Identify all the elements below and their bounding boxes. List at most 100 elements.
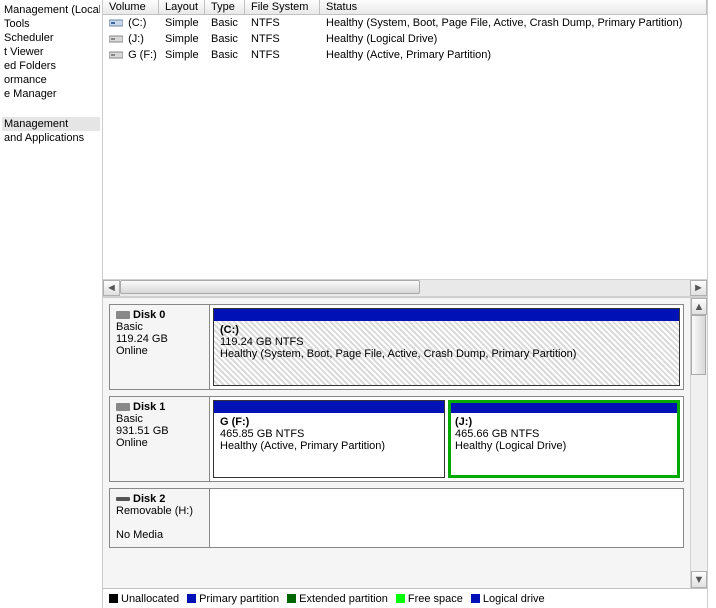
cell-fs: NTFS <box>248 49 323 61</box>
disk-partitions: (C:) 119.24 GB NTFS Healthy (System, Boo… <box>210 305 683 389</box>
disk-size: 119.24 GB <box>116 333 168 345</box>
disk-partitions <box>210 489 683 547</box>
cell-fs: NTFS <box>248 33 323 45</box>
legend-label: Extended partition <box>299 593 388 605</box>
volume-name: (C:) <box>128 17 146 29</box>
tree-item[interactable]: ormance <box>2 73 100 87</box>
right-gutter <box>708 0 716 608</box>
partition-label: (C:) <box>220 324 239 336</box>
tree-item[interactable]: Tools <box>2 17 100 31</box>
disk-list: Disk 0 Basic 119.24 GB Online (C:) 119.2… <box>103 298 690 588</box>
horizontal-scrollbar[interactable]: ◄ ► <box>103 279 707 297</box>
partition[interactable]: G (F:) 465.85 GB NTFS Healthy (Active, P… <box>213 400 445 478</box>
scroll-thumb[interactable] <box>691 315 706 375</box>
tree-item[interactable]: ed Folders <box>2 59 100 73</box>
tree-item-management[interactable]: Management <box>2 117 100 131</box>
legend-swatch-unallocated <box>109 594 118 603</box>
disk-info[interactable]: Disk 1 Basic 931.51 GB Online <box>110 397 210 481</box>
disk-size: 931.51 GB <box>116 425 169 437</box>
legend-swatch-extended <box>287 594 296 603</box>
cell-layout: Simple <box>162 17 208 29</box>
sidebar-tree: Management (Local Tools Scheduler t View… <box>0 0 103 608</box>
legend-swatch-primary <box>187 594 196 603</box>
cell-type: Basic <box>208 33 248 45</box>
partition-stripe <box>214 309 679 321</box>
cell-status: Healthy (System, Boot, Page File, Active… <box>323 17 704 29</box>
tree-item[interactable]: Management (Local <box>2 3 100 17</box>
disk-icon <box>116 311 130 319</box>
cell-layout: Simple <box>162 33 208 45</box>
legend: Unallocated Primary partition Extended p… <box>103 588 707 608</box>
main-panel: Volume Layout Type File System Status (C… <box>103 0 708 608</box>
disk-name: Disk 0 <box>133 309 165 321</box>
partition-stripe <box>449 401 679 413</box>
scroll-right-icon[interactable]: ► <box>690 280 707 296</box>
col-header-filesystem[interactable]: File System <box>245 0 320 14</box>
partition-size: 465.66 GB NTFS <box>455 428 539 440</box>
partition-label: (J:) <box>455 416 472 428</box>
tree-item[interactable]: t Viewer <box>2 45 100 59</box>
partition-status: Healthy (System, Boot, Page File, Active… <box>220 348 576 360</box>
legend-swatch-logical <box>471 594 480 603</box>
scroll-track[interactable] <box>120 280 690 296</box>
col-header-layout[interactable]: Layout <box>159 0 205 14</box>
scroll-thumb[interactable] <box>120 280 420 294</box>
volume-table-header: Volume Layout Type File System Status <box>103 0 707 15</box>
partition-size: 465.85 GB NTFS <box>220 428 304 440</box>
partition-label: G (F:) <box>220 416 249 428</box>
col-header-status[interactable]: Status <box>320 0 707 14</box>
cell-type: Basic <box>208 49 248 61</box>
disk-row: Disk 2 Removable (H:) No Media <box>109 488 684 548</box>
scroll-up-icon[interactable]: ▲ <box>691 298 707 315</box>
disk-status: Online <box>116 345 148 357</box>
scroll-track[interactable] <box>691 315 707 571</box>
legend-label: Unallocated <box>121 593 179 605</box>
disk-row: Disk 1 Basic 931.51 GB Online G (F:) 465… <box>109 396 684 482</box>
disk-icon <box>116 403 130 411</box>
partition-status: Healthy (Logical Drive) <box>455 440 566 452</box>
partition[interactable]: (C:) 119.24 GB NTFS Healthy (System, Boo… <box>213 308 680 386</box>
legend-label: Logical drive <box>483 593 545 605</box>
partition-size: 119.24 GB NTFS <box>220 336 304 348</box>
disk-partitions: G (F:) 465.85 GB NTFS Healthy (Active, P… <box>210 397 683 481</box>
drive-icon <box>109 18 123 28</box>
vertical-scrollbar[interactable]: ▲ ▼ <box>690 298 707 588</box>
partition-status: Healthy (Active, Primary Partition) <box>220 440 385 452</box>
col-header-type[interactable]: Type <box>205 0 245 14</box>
disk-type: Basic <box>116 321 143 333</box>
volume-table-body: (C:) Simple Basic NTFS Healthy (System, … <box>103 15 707 279</box>
cell-layout: Simple <box>162 49 208 61</box>
disk-name: Disk 2 <box>133 493 165 505</box>
cell-status: Healthy (Logical Drive) <box>323 33 704 45</box>
legend-swatch-free <box>396 594 405 603</box>
disk-type: Basic <box>116 413 143 425</box>
volume-name: (J:) <box>128 33 144 45</box>
partition-selected[interactable]: (J:) 465.66 GB NTFS Healthy (Logical Dri… <box>448 400 680 478</box>
tree-item[interactable]: e Manager <box>2 87 100 101</box>
partition-stripe <box>214 401 444 413</box>
cell-type: Basic <box>208 17 248 29</box>
volume-row[interactable]: (J:) Simple Basic NTFS Healthy (Logical … <box>103 31 707 47</box>
drive-icon <box>109 50 123 60</box>
disk-status: No Media <box>116 529 163 541</box>
disk-type: Removable (H:) <box>116 505 193 517</box>
disk-status: Online <box>116 437 148 449</box>
legend-label: Primary partition <box>199 593 279 605</box>
disk-name: Disk 1 <box>133 401 165 413</box>
volume-row[interactable]: G (F:) Simple Basic NTFS Healthy (Active… <box>103 47 707 63</box>
legend-label: Free space <box>408 593 463 605</box>
col-header-volume[interactable]: Volume <box>103 0 159 14</box>
scroll-down-icon[interactable]: ▼ <box>691 571 707 588</box>
volume-row[interactable]: (C:) Simple Basic NTFS Healthy (System, … <box>103 15 707 31</box>
disk-row: Disk 0 Basic 119.24 GB Online (C:) 119.2… <box>109 304 684 390</box>
disk-info[interactable]: Disk 0 Basic 119.24 GB Online <box>110 305 210 389</box>
volume-name: G (F:) <box>128 49 157 61</box>
cell-status: Healthy (Active, Primary Partition) <box>323 49 704 61</box>
scroll-left-icon[interactable]: ◄ <box>103 280 120 296</box>
cell-fs: NTFS <box>248 17 323 29</box>
disk-layout-area: Disk 0 Basic 119.24 GB Online (C:) 119.2… <box>103 297 707 588</box>
tree-item[interactable]: Scheduler <box>2 31 100 45</box>
disk-info[interactable]: Disk 2 Removable (H:) No Media <box>110 489 210 547</box>
tree-item[interactable]: and Applications <box>2 131 100 145</box>
volume-table: Volume Layout Type File System Status (C… <box>103 0 707 279</box>
